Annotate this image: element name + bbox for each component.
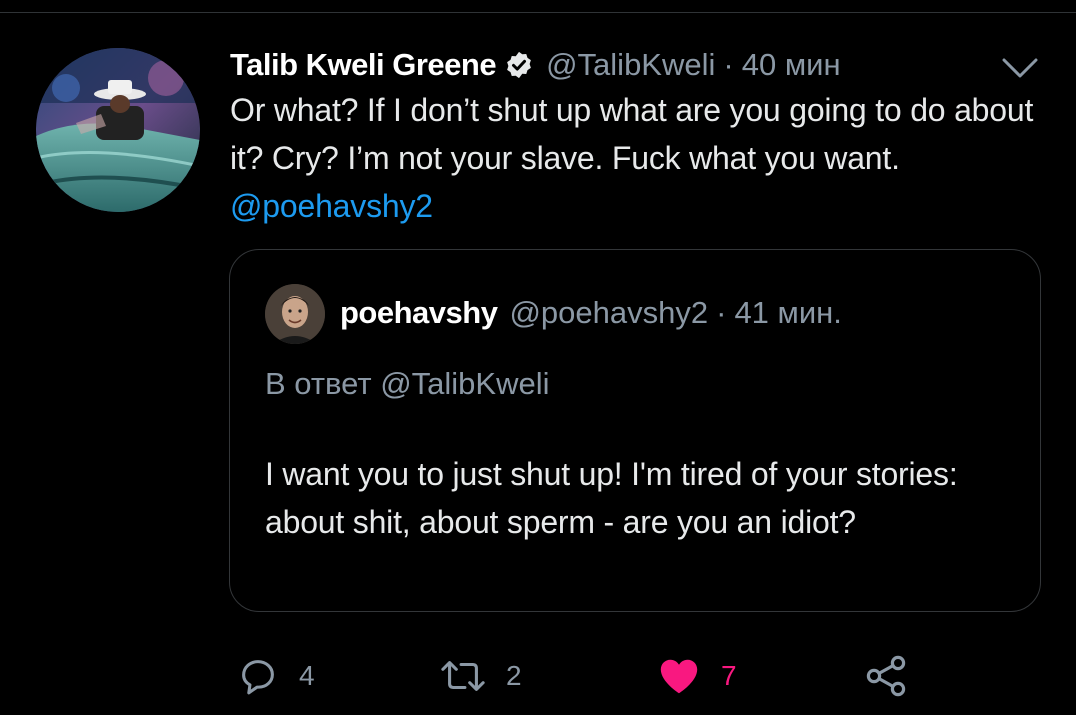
reply-count: 4 xyxy=(299,660,315,691)
tweet-actions-bar: 4 2 7 xyxy=(230,648,1030,704)
mention-link[interactable]: @poehavshy2 xyxy=(230,188,433,224)
tweet-timestamp[interactable]: 40 мин xyxy=(742,47,841,83)
quoted-header-separator: · xyxy=(716,295,727,330)
chevron-down-icon[interactable] xyxy=(1000,52,1040,82)
quoted-tweet-header: poehavshy @poehavshy2 · 41 мин. xyxy=(340,290,842,336)
retweet-button[interactable]: 2 xyxy=(438,648,522,704)
like-button[interactable]: 7 xyxy=(655,648,737,704)
reply-to-label: В ответ @TalibKweli xyxy=(265,366,550,401)
quoted-avatar-image xyxy=(265,284,325,344)
header-separator: · xyxy=(723,47,734,82)
retweet-count: 2 xyxy=(506,660,522,691)
author-handle[interactable]: @TalibKweli xyxy=(546,47,715,83)
author-avatar-image xyxy=(36,48,200,212)
quoted-author-handle[interactable]: @poehavshy2 xyxy=(509,295,708,331)
retweet-icon xyxy=(438,653,488,699)
quoted-author-name[interactable]: poehavshy xyxy=(340,295,498,331)
quoted-tweet-text: I want you to just shut up! I'm tired of… xyxy=(265,456,958,540)
reply-button[interactable]: 4 xyxy=(235,648,315,704)
share-icon xyxy=(862,652,910,700)
quoted-tweet-timestamp[interactable]: 41 мин. xyxy=(734,295,841,331)
tweet-body-text: Or what? If I don’t shut up what are you… xyxy=(230,92,1034,176)
tweet-header: Talib Kweli Greene @TalibKweli · 40 мин xyxy=(230,42,841,88)
share-button[interactable] xyxy=(862,648,910,704)
verified-badge-icon xyxy=(504,50,534,80)
quoted-tweet-card[interactable]: poehavshy @poehavshy2 · 41 мин. В ответ … xyxy=(229,249,1041,612)
author-avatar[interactable] xyxy=(36,48,200,212)
like-heart-icon xyxy=(655,653,703,699)
tweet-text: Or what? If I don’t shut up what are you… xyxy=(230,86,1060,230)
top-divider xyxy=(0,12,1076,13)
like-count: 7 xyxy=(721,660,737,691)
author-display-name[interactable]: Talib Kweli Greene xyxy=(230,47,497,83)
reply-icon xyxy=(235,653,281,699)
quoted-author-avatar[interactable] xyxy=(265,284,325,344)
